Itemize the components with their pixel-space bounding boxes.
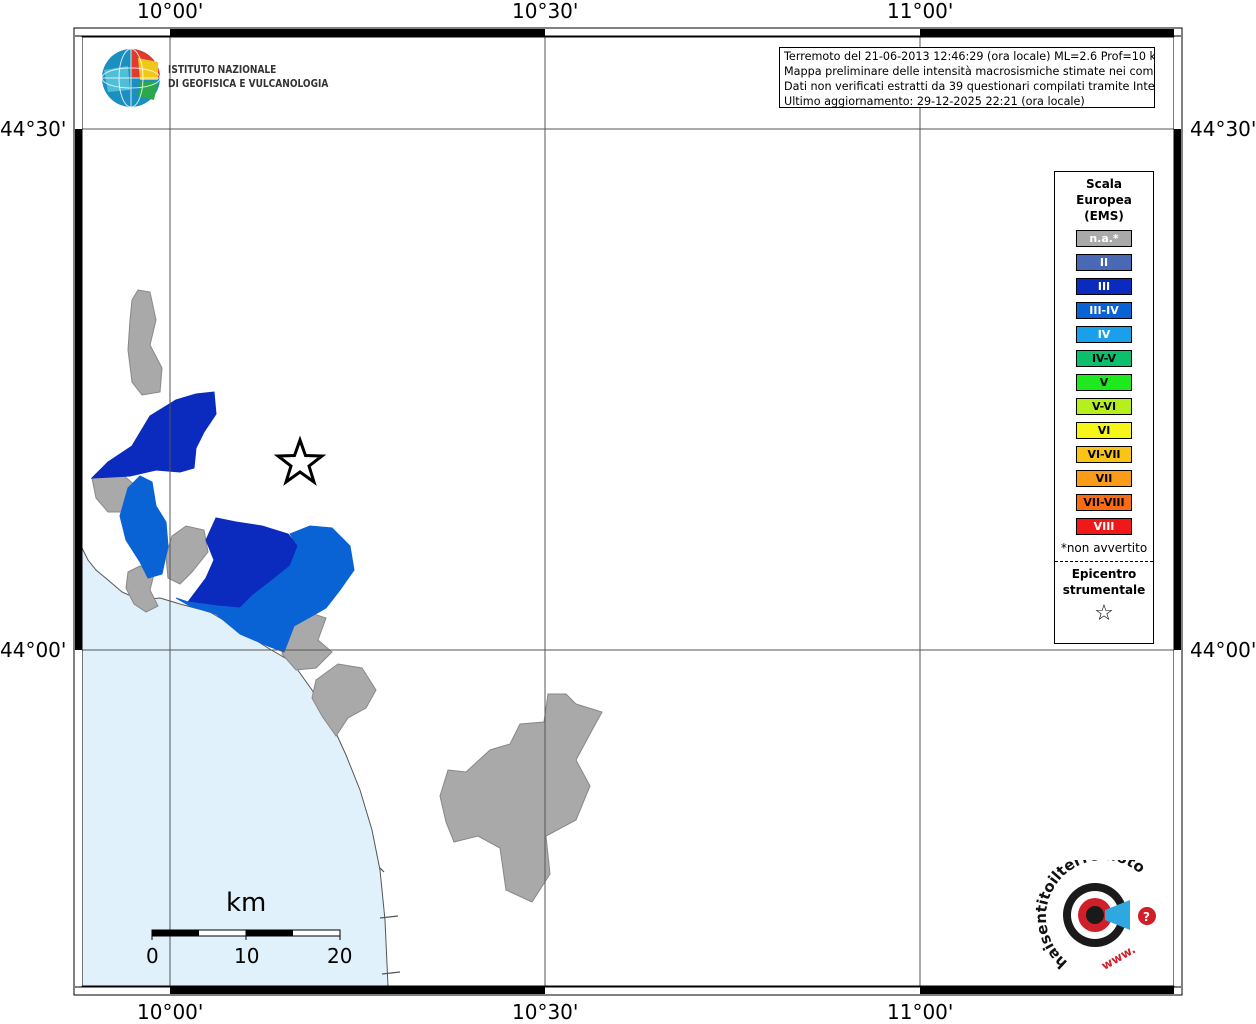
legend-swatch-9: VI-VII — [1076, 446, 1132, 463]
legend-swatch-10: VII — [1076, 470, 1132, 487]
legend-note: *non avvertito — [1060, 541, 1148, 555]
coord-left-1: 44°30' — [0, 117, 67, 141]
legend-swatch-11: VII-VIII — [1076, 494, 1132, 511]
ingv-line-1: ISTITUTO NAZIONALE — [168, 63, 277, 76]
coord-bottom-1: 10°00' — [137, 1000, 204, 1024]
legend-swatch-8: VI — [1076, 422, 1132, 439]
legend-swatch-2: III — [1076, 278, 1132, 295]
scale-tick-10: 10 — [234, 944, 260, 968]
coord-top-3: 11°00' — [887, 0, 954, 23]
scale-tick-0: 0 — [146, 944, 159, 968]
legend-swatches: n.a.* II III III-IV IV IV-V V V-VI VI VI-VII VII VI… — [1055, 230, 1153, 535]
ingv-logo-globe — [101, 48, 161, 108]
legend-epicenter-2: strumentale — [1062, 583, 1146, 597]
legend-epicenter-1: Epicentro — [1071, 567, 1137, 581]
event-info-line-1: Terremoto del 21-06-2013 12:46:29 (ora l… — [784, 50, 1155, 63]
legend-swatch-3: III-IV — [1076, 302, 1132, 319]
coord-right-2: 44°00' — [1190, 638, 1256, 662]
coord-right-1: 44°30' — [1190, 117, 1256, 141]
scale-tick-20: 20 — [327, 944, 353, 968]
legend-swatch-1: II — [1076, 254, 1132, 271]
coord-left-2: 44°00' — [0, 638, 67, 662]
legend-separator — [1055, 561, 1153, 562]
legend-epicenter-label: Epicentro strumentale — [1055, 566, 1153, 598]
legend-title-3: (EMS) — [1084, 209, 1124, 223]
ems-legend: Scala Europea (EMS) n.a.* II III III-IV IV IV… — [1054, 171, 1154, 644]
event-info-line-4: Ultimo aggiornamento: 29-12-2025 22:21 (… — [784, 95, 1085, 108]
legend-swatch-4: IV — [1076, 326, 1132, 343]
brand-www: www. — [1099, 942, 1138, 973]
coord-bottom-2: 10°30' — [512, 1000, 579, 1024]
coord-top-1: 10°00' — [137, 0, 204, 23]
legend-swatch-6: V — [1076, 374, 1132, 391]
ingv-line-2: DI GEOFISICA E VULCANOLOGIA — [168, 77, 329, 90]
legend-swatch-0: n.a.* — [1076, 230, 1132, 247]
coord-bottom-3: 11°00' — [887, 1000, 954, 1024]
legend-title-1: Scala — [1085, 177, 1123, 191]
haisentito-brand-text: haisentitoilterremoto.it www. — [1030, 860, 1149, 973]
legend-title: Scala Europea (EMS) — [1055, 176, 1153, 224]
legend-title-2: Europea — [1076, 193, 1132, 207]
ingv-logo-text: ISTITUTO NAZIONALE DI GEOFISICA E VULCAN… — [168, 63, 328, 91]
event-info-line-3: Dati non verificati estratti da 39 quest… — [784, 80, 1155, 93]
legend-swatch-5: IV-V — [1076, 350, 1132, 367]
legend-swatch-12: VIII — [1076, 518, 1132, 535]
event-info-box: Terremoto del 21-06-2013 12:46:29 (ora l… — [779, 47, 1155, 108]
legend-star-icon: ☆ — [1094, 601, 1114, 626]
legend-swatch-7: V-VI — [1076, 398, 1132, 415]
event-info-line-2: Mappa preliminare delle intensità macros… — [784, 65, 1155, 78]
coord-top-2: 10°30' — [512, 0, 579, 23]
scale-unit: km — [226, 888, 267, 918]
